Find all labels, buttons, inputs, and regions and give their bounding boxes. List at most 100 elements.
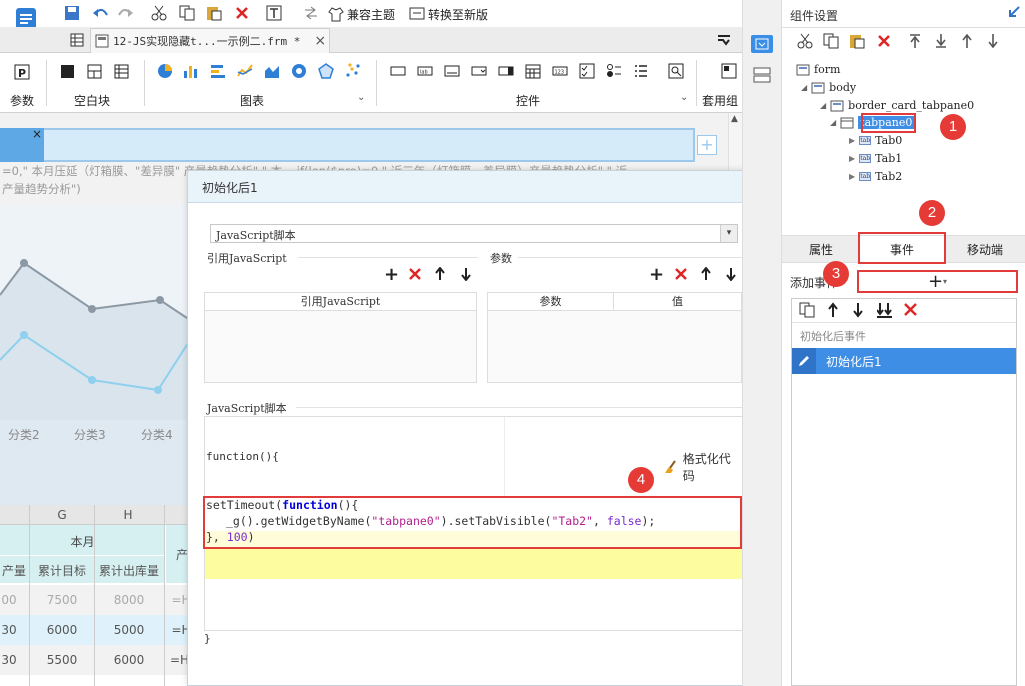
- chart-group-label: 图表: [240, 94, 265, 108]
- script-type-value: JavaScript脚本: [216, 229, 296, 242]
- copy-icon[interactable]: [179, 5, 195, 21]
- control-group-expand-icon[interactable]: ⌄: [680, 92, 688, 103]
- combo-icon[interactable]: [498, 64, 514, 78]
- panel-cut-icon[interactable]: [797, 33, 813, 49]
- ref-down-icon[interactable]: [461, 267, 471, 281]
- gauge-chart-icon[interactable]: [291, 63, 307, 79]
- cell-r3-c2: 5500: [46, 653, 78, 667]
- category-label-2: 分类2: [8, 428, 40, 442]
- ref-delete-icon[interactable]: [408, 267, 422, 281]
- tree-tab2[interactable]: ▶ tab Tab2: [849, 170, 902, 183]
- param-up-icon[interactable]: [701, 267, 711, 281]
- tree-tab1[interactable]: ▶ tab Tab1: [849, 152, 902, 165]
- event-item-label: 初始化后1: [826, 354, 882, 369]
- delete-icon[interactable]: [234, 5, 250, 21]
- label-icon[interactable]: lab: [417, 64, 433, 78]
- ref-add-icon[interactable]: +: [384, 266, 399, 284]
- tab-properties[interactable]: 属性: [782, 236, 860, 263]
- event-up-icon[interactable]: [828, 302, 838, 318]
- move-top-icon[interactable]: [908, 33, 922, 49]
- tab-mobile[interactable]: 移动端: [946, 236, 1024, 263]
- compat-theme-button[interactable]: 兼容主题: [328, 3, 395, 25]
- ref-up-icon[interactable]: [435, 267, 445, 281]
- tree-border[interactable]: ◢ border_card_tabpane0: [820, 99, 974, 112]
- tree-body[interactable]: ◢ body: [801, 81, 856, 94]
- line-chart-icon[interactable]: [237, 63, 253, 79]
- pin-icon[interactable]: [1008, 6, 1020, 18]
- paste-icon[interactable]: [206, 5, 222, 21]
- file-tab[interactable]: 12-JS实现隐藏t...一示例二.frm * ×: [90, 28, 330, 53]
- panel-paste-icon[interactable]: [849, 33, 865, 49]
- tab-strip[interactable]: [3, 128, 695, 162]
- suite-icon[interactable]: [721, 63, 737, 79]
- collapse-caret-icon: ▶: [849, 172, 856, 181]
- panel-delete-icon[interactable]: [876, 33, 892, 49]
- date-icon[interactable]: [525, 63, 541, 79]
- panel-toggle-icon[interactable]: [717, 34, 731, 46]
- textarea-icon[interactable]: [444, 64, 460, 78]
- file-tab-title: 12-JS实现隐藏t...一示例二.frm *: [113, 35, 301, 48]
- list-icon[interactable]: [633, 63, 649, 79]
- param-add-icon[interactable]: +: [649, 266, 664, 284]
- swap-icon[interactable]: [303, 5, 319, 21]
- tab-close-icon[interactable]: ×: [32, 127, 42, 141]
- param-table[interactable]: 参数 值: [487, 292, 742, 383]
- cell-r3-c1: 30: [1, 653, 17, 667]
- close-tab-icon[interactable]: ×: [314, 33, 326, 49]
- cut-icon[interactable]: [151, 5, 167, 21]
- sub-header-1: 产量: [1, 564, 26, 578]
- broom-icon: [665, 460, 676, 473]
- bar-chart-icon[interactable]: [183, 63, 199, 79]
- scroll-up-icon[interactable]: ▲: [731, 114, 738, 124]
- number-icon[interactable]: 123: [552, 64, 568, 78]
- checkbox-group-icon[interactable]: [579, 63, 595, 79]
- redo-icon[interactable]: [118, 5, 134, 21]
- save-icon[interactable]: [64, 5, 80, 21]
- param-icon[interactable]: P: [14, 64, 30, 80]
- grid-icon[interactable]: [70, 33, 84, 47]
- text-frame-icon[interactable]: [266, 5, 282, 21]
- edit-pencil-icon[interactable]: [792, 348, 816, 374]
- event-down-icon[interactable]: [853, 302, 863, 318]
- chart-group-expand-icon[interactable]: ⌄: [357, 92, 365, 103]
- script-type-select[interactable]: JavaScript脚本 ▾: [210, 224, 738, 243]
- dropdown-icon[interactable]: [471, 64, 487, 78]
- ref-js-table[interactable]: 引用JavaScript: [204, 292, 477, 383]
- event-copy-icon[interactable]: [799, 302, 815, 318]
- event-move-bottom-icon[interactable]: [877, 302, 893, 318]
- layout-icon: [753, 67, 771, 83]
- tree-tab0[interactable]: ▶ tab Tab0: [849, 134, 902, 147]
- tree-form[interactable]: form: [796, 63, 840, 76]
- add-tab-icon[interactable]: +: [697, 135, 717, 155]
- area-chart-icon[interactable]: [264, 63, 280, 79]
- param-delete-icon[interactable]: [674, 267, 688, 281]
- widget-panel-button[interactable]: [751, 35, 773, 53]
- pie-chart-icon[interactable]: [157, 63, 173, 79]
- event-item-selected[interactable]: 初始化后1: [792, 348, 1016, 374]
- line-chart-preview: [0, 205, 190, 550]
- block-icon-1[interactable]: [60, 64, 75, 79]
- block-icon-3[interactable]: [114, 64, 129, 79]
- move-up-icon[interactable]: [960, 33, 974, 49]
- layout-panel-button[interactable]: [753, 67, 771, 83]
- convert-new-label: 转换至新版: [428, 7, 489, 22]
- convert-new-button[interactable]: 转换至新版: [409, 3, 488, 25]
- block-icon-2[interactable]: [87, 64, 102, 79]
- move-down-icon[interactable]: [986, 33, 1000, 49]
- search-widget-icon[interactable]: [668, 63, 684, 79]
- panel-copy-icon[interactable]: [823, 33, 839, 49]
- textbox-icon[interactable]: [390, 64, 406, 78]
- undo-icon[interactable]: [92, 5, 108, 21]
- radar-chart-icon[interactable]: [318, 63, 334, 79]
- radio-group-icon[interactable]: [606, 63, 622, 79]
- cell-r1-c2: 7500: [46, 593, 78, 607]
- event-delete-icon[interactable]: [903, 302, 918, 317]
- scatter-chart-icon[interactable]: [345, 63, 361, 79]
- cell-r3-c3: 6000: [113, 653, 145, 667]
- hbar-chart-icon[interactable]: [210, 63, 226, 79]
- param-down-icon[interactable]: [726, 267, 736, 281]
- convert-icon: [409, 7, 425, 20]
- param-col-header: 参数: [488, 293, 614, 310]
- format-code-button[interactable]: 格式化代码: [663, 450, 742, 484]
- move-bottom-icon[interactable]: [934, 33, 948, 49]
